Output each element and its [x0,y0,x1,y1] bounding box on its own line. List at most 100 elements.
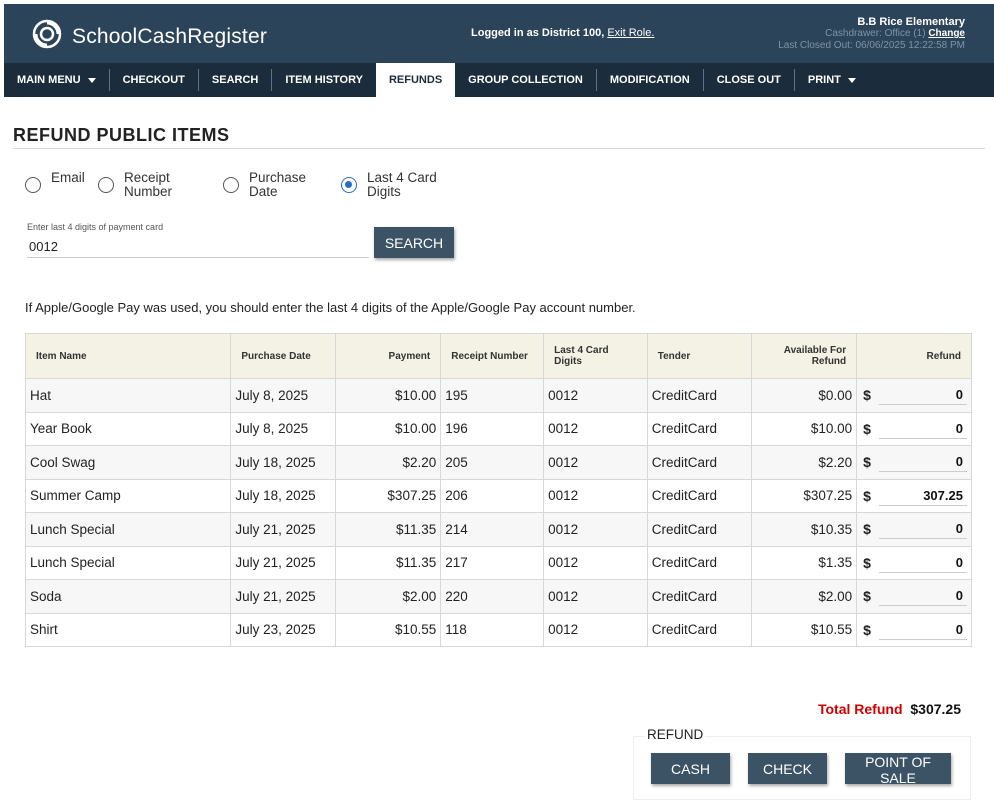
school-name: B.B Rice Elementary [857,16,965,28]
logo[interactable]: SchoolCashRegister [32,19,267,54]
cell-date: July 21, 2025 [230,512,337,547]
cell-tender: CreditCard [646,378,752,413]
total-refund-amount: $307.25 [910,701,961,717]
cashdrawer-line: Cashdrawer: Office (1) Change [778,28,965,40]
cell-available: $2.00 [750,579,858,614]
dollar-sign: $ [863,554,871,571]
cell-tender: CreditCard [646,612,752,647]
cell-refund: $ [856,545,972,580]
cell-receipt: 205 [440,445,545,480]
cell-payment: $2.20 [335,445,442,480]
cell-tender: CreditCard [646,445,752,480]
table-row: Summer Camp July 18, 2025 $307.25 206 0012 Cr… [24,478,972,513]
nav-close-out[interactable]: CLOSE OUT [702,69,794,91]
radio-label: Receipt Number [124,170,173,199]
refund-amount-wrapper: $ [861,485,967,506]
nav-item-history[interactable]: ITEM HISTORY [271,69,376,91]
refund-amount-input[interactable] [878,385,967,406]
chevron-down-icon [87,77,96,83]
search-button[interactable]: SEARCH [374,227,454,258]
page-title: REFUND PUBLIC ITEMS [13,125,230,145]
cell-tender: CreditCard [646,478,752,513]
cashdrawer-text: Cashdrawer: Office (1) [825,28,926,39]
table-row: Cool Swag July 18, 2025 $2.20 205 0012 Credit… [24,445,972,480]
cell-available: $0.00 [750,378,858,413]
cell-last4: 0012 [543,445,648,480]
cell-refund: $ [856,612,972,647]
cell-date: July 18, 2025 [230,445,337,480]
cell-refund: $ [856,478,972,513]
login-text: Logged in as District 100, [471,27,605,39]
last-closed-text: Last Closed Out: 06/06/2025 12:22:58 PM [778,40,965,51]
cell-available: $2.20 [750,445,858,480]
cell-refund: $ [856,411,972,446]
radio-circle-checked[interactable] [341,177,357,193]
nav-print[interactable]: PRINT [793,69,869,91]
header-bar: SchoolCashRegister Logged in as District… [4,4,994,63]
app-name: SchoolCashRegister [72,24,268,48]
cell-date: July 8, 2025 [230,411,337,446]
radio-circle[interactable] [25,177,41,193]
nav-main-menu[interactable]: MAIN MENU [4,69,109,91]
column-header: Payment [335,333,442,379]
refund-amount-wrapper: $ [861,586,967,607]
cell-tender: CreditCard [646,579,752,614]
nav-search[interactable]: SEARCH [197,69,271,91]
cell-payment: $10.00 [335,411,442,446]
refund-amount-input[interactable] [878,485,967,506]
cell-item: Soda [24,579,232,614]
cell-payment: $11.35 [335,545,442,580]
radio-label: Last 4 Card Digits [367,170,437,199]
refund-amount-input[interactable] [878,519,967,540]
nav-main-menu-label: MAIN MENU [17,74,81,86]
radio-purchase-date[interactable]: Purchase Date [223,171,309,199]
radio-receipt-number[interactable]: Receipt Number [98,171,184,199]
point-of-sale-refund-button[interactable]: POINT OF SALE [845,753,951,786]
cell-last4: 0012 [543,612,648,647]
refund-amount-wrapper: $ [861,552,967,573]
refund-items-table: Item Name Purchase Date Payment Receipt … [24,333,972,647]
cell-last4: 0012 [543,411,648,446]
cell-available: $1.35 [750,545,858,580]
radio-email[interactable]: Email [25,171,85,193]
nav-checkout[interactable]: CHECKOUT [108,69,198,91]
radio-circle[interactable] [223,177,239,193]
cell-item: Shirt [24,612,232,647]
cell-receipt: 196 [440,411,545,446]
cell-available: $10.35 [750,512,858,547]
nav-group-collection[interactable]: GROUP COLLECTION [455,69,596,91]
title-divider [13,148,985,149]
table-row: Year Book July 8, 2025 $10.00 196 0012 Credit… [24,411,972,446]
refund-amount-input[interactable] [878,552,967,573]
cell-refund: $ [856,445,972,480]
cell-last4: 0012 [543,545,648,580]
radio-circle[interactable] [98,177,114,193]
change-cashdrawer-link[interactable]: Change [928,28,965,39]
check-refund-button[interactable]: CHECK [748,753,827,784]
exit-role-link[interactable]: Exit Role. [607,27,654,39]
column-header: Refund [856,333,972,379]
cell-item: Lunch Special [24,545,232,580]
refund-amount-input[interactable] [878,619,967,640]
login-status: Logged in as District 100, Exit Role. [471,27,654,39]
dollar-sign: $ [863,454,871,471]
cash-refund-button[interactable]: CASH [651,753,730,784]
refund-amount-input[interactable] [878,452,967,473]
radio-last-4-card-digits[interactable]: Last 4 Card Digits [341,171,442,199]
cell-last4: 0012 [543,478,648,513]
cell-date: July 21, 2025 [230,545,337,580]
nav-modification[interactable]: MODIFICATION [595,69,703,91]
cell-last4: 0012 [543,579,648,614]
column-header: Purchase Date [230,333,337,379]
radio-label: Email [51,170,85,185]
cell-item: Year Book [24,411,232,446]
dollar-sign: $ [863,521,871,538]
cell-date: July 21, 2025 [230,579,337,614]
refund-amount-wrapper: $ [861,385,967,406]
nav-print-label: PRINT [807,74,841,86]
card-digits-input[interactable] [27,235,369,258]
refund-amount-wrapper: $ [861,452,967,473]
refund-amount-input[interactable] [878,586,967,607]
nav-refunds[interactable]: REFUNDS [375,63,456,97]
refund-amount-input[interactable] [878,418,967,439]
